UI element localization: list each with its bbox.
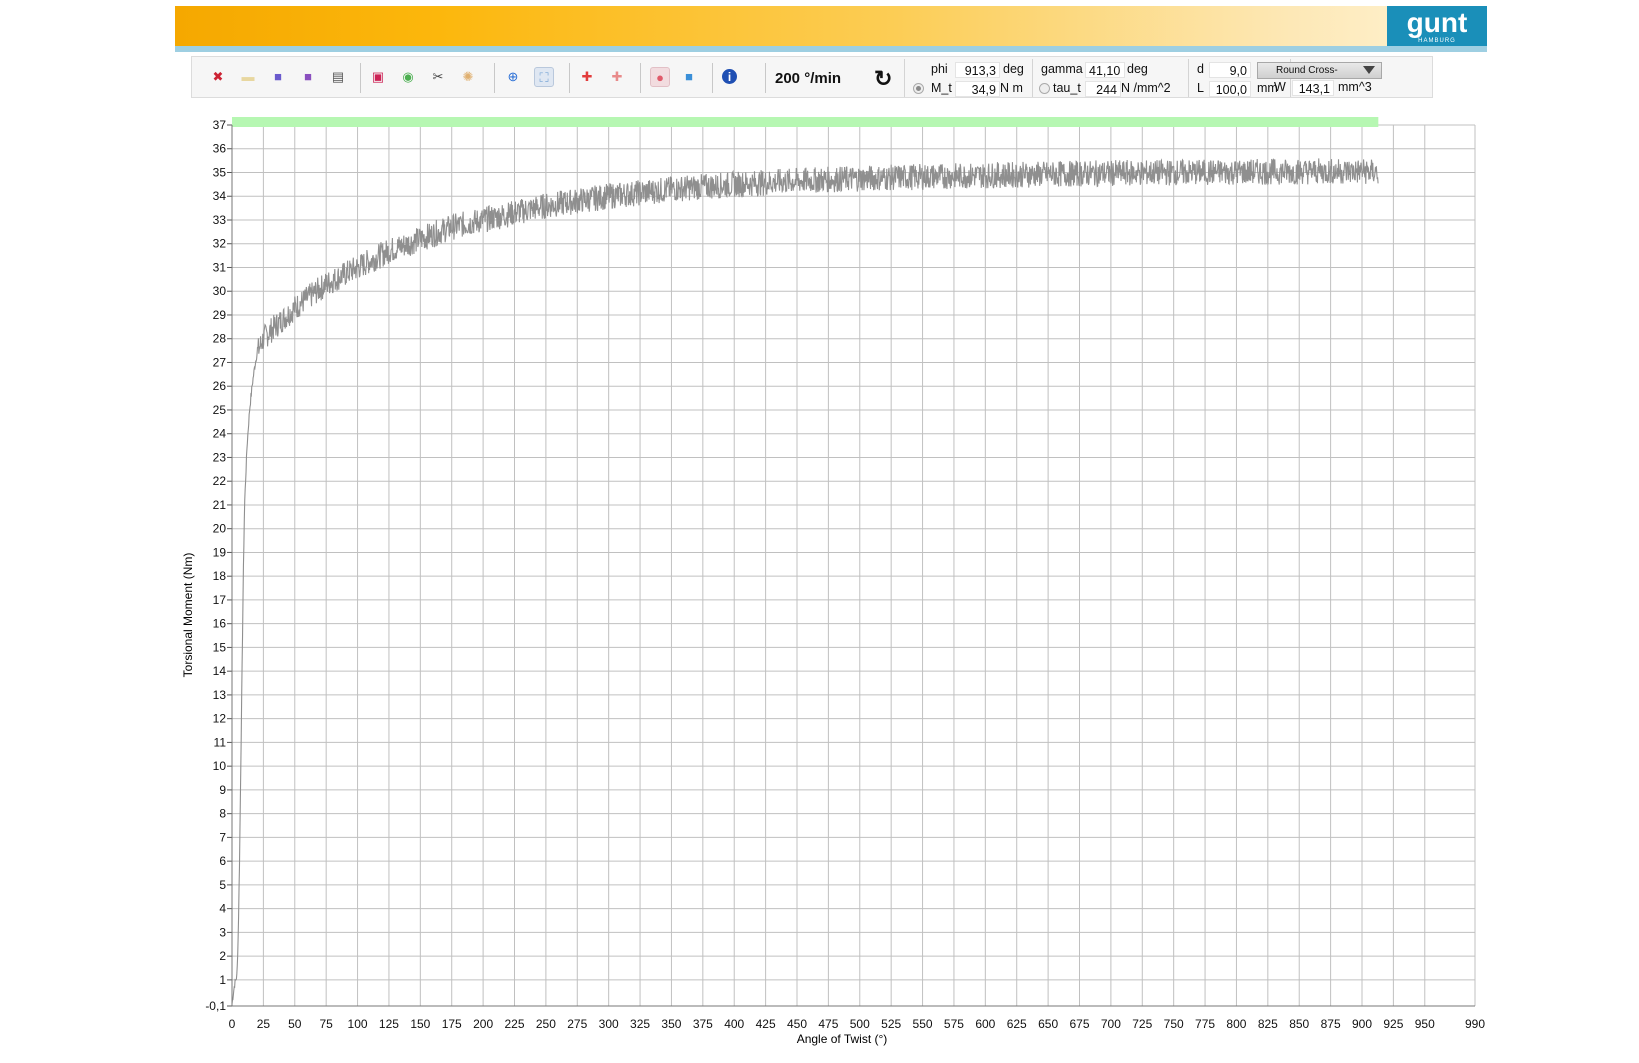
y-tick-label: 18 — [213, 569, 227, 583]
x-tick-label: 425 — [756, 1017, 776, 1031]
y-tick-label: 34 — [213, 189, 227, 203]
y-tick-label: -0,1 — [205, 999, 226, 1013]
torsion-chart: 0 25 50 75 100 125 150 175 200 225 250 275 300 325 350… — [181, 117, 1485, 1046]
y-tick-label: 4 — [219, 902, 226, 916]
y-tick-label: 37 — [213, 118, 227, 132]
x-tick-label: 625 — [1007, 1017, 1027, 1031]
x-tick-label: 700 — [1101, 1017, 1121, 1031]
x-tick-label: 275 — [567, 1017, 587, 1031]
x-tick-label: 900 — [1352, 1017, 1372, 1031]
x-tick-label: 350 — [661, 1017, 681, 1031]
x-tick-label: 25 — [257, 1017, 271, 1031]
x-tick-label: 925 — [1383, 1017, 1403, 1031]
y-tick-label: 24 — [213, 427, 227, 441]
x-tick-label: 50 — [288, 1017, 302, 1031]
x-tick-label: 600 — [975, 1017, 995, 1031]
y-tick-label: 8 — [219, 807, 226, 821]
progress-bar — [232, 117, 1379, 127]
x-tick-label: 200 — [473, 1017, 493, 1031]
x-tick-label: 150 — [410, 1017, 430, 1031]
y-tick-label: 17 — [213, 593, 227, 607]
y-tick-label: 35 — [213, 165, 227, 179]
x-tick-label: 0 — [229, 1017, 236, 1031]
x-tick-label: 100 — [348, 1017, 368, 1031]
x-tick-label: 775 — [1195, 1017, 1215, 1031]
x-tick-label: 175 — [442, 1017, 462, 1031]
x-tick-label: 125 — [379, 1017, 399, 1031]
torsion-series-line — [231, 158, 1379, 1004]
x-tick-label: 650 — [1038, 1017, 1058, 1031]
x-tick-label: 225 — [504, 1017, 524, 1031]
x-tick-label: 550 — [913, 1017, 933, 1031]
x-tick-label: 500 — [850, 1017, 870, 1031]
x-tick-label: 75 — [319, 1017, 333, 1031]
y-tick-label: 26 — [213, 379, 227, 393]
x-tick-label: 525 — [881, 1017, 901, 1031]
progress-bar-layer — [232, 117, 1379, 127]
x-tick-label: 675 — [1069, 1017, 1089, 1031]
x-tick-label: 950 — [1415, 1017, 1435, 1031]
y-tick-label: 12 — [213, 712, 227, 726]
y-tick-label: 25 — [213, 403, 227, 417]
y-tick-label: 33 — [213, 213, 227, 227]
x-tick-label: 250 — [536, 1017, 556, 1031]
y-tick-label: 20 — [213, 522, 227, 536]
y-tick-label: 27 — [213, 355, 227, 369]
y-axis-label: Torsional Moment (Nm) — [181, 553, 195, 678]
y-tick-label: 6 — [219, 854, 226, 868]
y-tick-label: 36 — [213, 142, 227, 156]
x-tick-label: 375 — [693, 1017, 713, 1031]
x-tick-label: 825 — [1258, 1017, 1278, 1031]
x-tick-label: 725 — [1132, 1017, 1152, 1031]
chart-grid — [231, 124, 1476, 1007]
y-tick-label: 29 — [213, 308, 227, 322]
x-tick-label: 450 — [787, 1017, 807, 1031]
y-tick-label: 31 — [213, 260, 227, 274]
y-tick-label: 10 — [213, 759, 227, 773]
x-tick-label: 300 — [599, 1017, 619, 1031]
y-tick-label: 1 — [219, 973, 226, 987]
y-tick-label: 21 — [213, 498, 227, 512]
y-tick-label: 2 — [219, 949, 226, 963]
y-tick-label: 28 — [213, 332, 227, 346]
y-tick-label: 11 — [214, 735, 227, 749]
x-tick-label: 325 — [630, 1017, 650, 1031]
y-tick-label: 22 — [213, 474, 227, 488]
axes-layer: 0 25 50 75 100 125 150 175 200 225 250 275 300 325 350… — [205, 118, 1485, 1031]
y-tick-label: 30 — [213, 284, 227, 298]
y-tick-label: 7 — [219, 830, 226, 844]
x-tick-label: 750 — [1164, 1017, 1184, 1031]
y-tick-label: 9 — [219, 783, 226, 797]
y-tick-label: 3 — [219, 925, 226, 939]
y-tick-label: 19 — [213, 545, 227, 559]
x-axis-label: Angle of Twist (°) — [797, 1032, 888, 1046]
series-layer — [231, 158, 1379, 1004]
x-tick-label: 400 — [724, 1017, 744, 1031]
x-tick-label: 575 — [944, 1017, 964, 1031]
y-tick-label: 23 — [213, 450, 227, 464]
x-tick-label: 800 — [1226, 1017, 1246, 1031]
x-tick-label: 475 — [818, 1017, 838, 1031]
y-tick-label: 5 — [219, 878, 226, 892]
x-tick-label: 850 — [1289, 1017, 1309, 1031]
y-tick-label: 16 — [213, 617, 227, 631]
y-tick-label: 32 — [213, 237, 227, 251]
y-tick-label: 15 — [213, 640, 227, 654]
y-tick-label: 14 — [213, 664, 227, 678]
y-tick-label: 13 — [213, 688, 227, 702]
x-tick-label: 990 — [1465, 1017, 1485, 1031]
x-tick-label: 875 — [1321, 1017, 1341, 1031]
